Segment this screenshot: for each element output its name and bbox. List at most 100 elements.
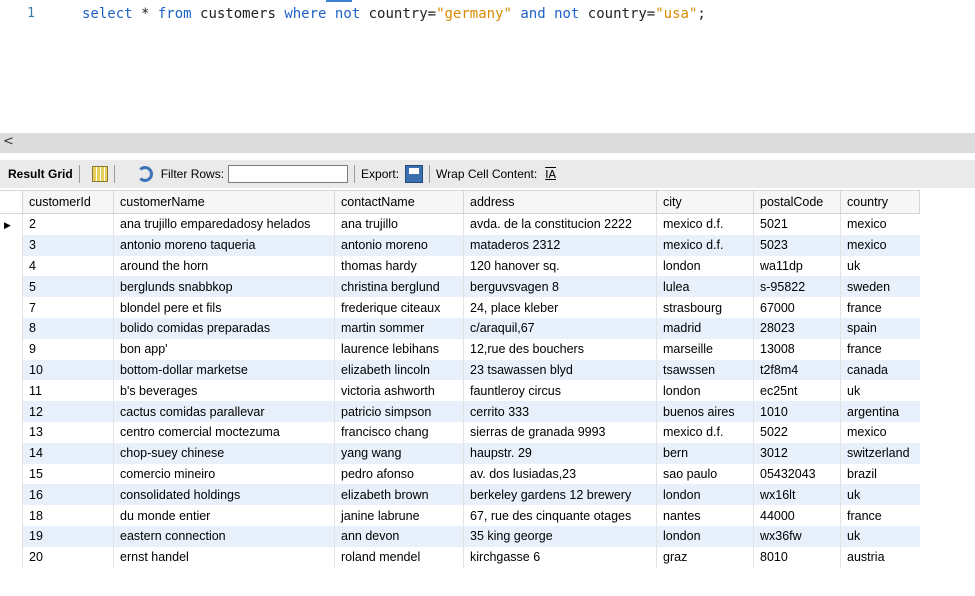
cell-country[interactable]: argentina <box>840 401 920 422</box>
row-header[interactable] <box>0 276 23 298</box>
table-row[interactable]: 16 consolidated holdings elizabeth brown be… <box>0 484 920 506</box>
cell-city[interactable]: buenos aires <box>656 401 754 422</box>
cell-postalcode[interactable]: wx36fw <box>753 525 841 547</box>
cell-address[interactable]: 23 tsawassen blyd <box>463 359 657 381</box>
refresh-icon[interactable] <box>136 166 153 182</box>
cell-country[interactable]: sweden <box>840 276 920 298</box>
row-header[interactable] <box>0 234 23 256</box>
cell-contactname[interactable]: elizabeth brown <box>334 484 464 506</box>
cell-postalcode[interactable]: 05432043 <box>753 463 841 485</box>
cell-postalcode[interactable]: 28023 <box>753 317 841 339</box>
cell-country[interactable]: canada <box>840 359 920 381</box>
cell-customername[interactable]: berglunds snabbkop <box>113 276 335 298</box>
cell-postalcode[interactable]: s-95822 <box>753 276 841 298</box>
cell-country[interactable]: mexico <box>840 421 920 443</box>
row-header[interactable] <box>0 380 23 402</box>
cell-customerid[interactable]: 10 <box>22 359 114 381</box>
cell-customerid[interactable]: 2 <box>22 213 114 235</box>
cell-city[interactable]: sao paulo <box>656 463 754 485</box>
current-row-pointer-icon[interactable]: ▶ <box>0 213 23 235</box>
filter-rows-input[interactable] <box>228 165 349 183</box>
column-header-customername[interactable]: customerName <box>113 190 335 214</box>
horizontal-scrollbar[interactable]: < <box>0 133 975 153</box>
cell-country[interactable]: switzerland <box>840 442 920 464</box>
cell-postalcode[interactable]: 5021 <box>753 213 841 235</box>
sql-query-text[interactable]: select * from customers where not countr… <box>82 6 706 22</box>
column-header-address[interactable]: address <box>463 190 657 214</box>
row-header[interactable] <box>0 317 23 339</box>
cell-address[interactable]: 12,rue des bouchers <box>463 338 657 360</box>
cell-contactname[interactable]: martin sommer <box>334 317 464 339</box>
cell-contactname[interactable]: roland mendel <box>334 546 464 568</box>
cell-customerid[interactable]: 5 <box>22 276 114 298</box>
cell-contactname[interactable]: francisco chang <box>334 421 464 443</box>
cell-address[interactable]: berkeley gardens 12 brewery <box>463 484 657 506</box>
table-row[interactable]: 10 bottom-dollar marketse elizabeth lincol… <box>0 359 920 381</box>
cell-address[interactable]: haupstr. 29 <box>463 442 657 464</box>
cell-customerid[interactable]: 18 <box>22 505 114 526</box>
cell-customerid[interactable]: 15 <box>22 463 114 485</box>
cell-city[interactable]: graz <box>656 546 754 568</box>
cell-contactname[interactable]: ann devon <box>334 525 464 547</box>
cell-city[interactable]: london <box>656 380 754 402</box>
cell-customername[interactable]: centro comercial moctezuma <box>113 421 335 443</box>
cell-address[interactable]: 24, place kleber <box>463 297 657 318</box>
cell-address[interactable]: berguvsvagen 8 <box>463 276 657 298</box>
cell-country[interactable]: uk <box>840 255 920 277</box>
cell-customerid[interactable]: 3 <box>22 234 114 256</box>
cell-address[interactable]: avda. de la constitucion 2222 <box>463 213 657 235</box>
cell-city[interactable]: lulea <box>656 276 754 298</box>
cell-customername[interactable]: comercio mineiro <box>113 463 335 485</box>
table-row[interactable]: 9 bon app' laurence lebihans 12,rue des bou… <box>0 338 920 360</box>
row-header[interactable] <box>0 505 23 526</box>
cell-contactname[interactable]: janine labrune <box>334 505 464 526</box>
export-icon[interactable] <box>405 165 424 183</box>
cell-contactname[interactable]: yang wang <box>334 442 464 464</box>
row-header[interactable] <box>0 401 23 422</box>
table-row[interactable]: 5 berglunds snabbkop christina berglund ber… <box>0 276 920 298</box>
cell-postalcode[interactable]: 1010 <box>753 401 841 422</box>
cell-city[interactable]: tsawssen <box>656 359 754 381</box>
cell-city[interactable]: london <box>656 484 754 506</box>
cell-customerid[interactable]: 13 <box>22 421 114 443</box>
cell-country[interactable]: mexico <box>840 234 920 256</box>
cell-contactname[interactable]: antonio moreno <box>334 234 464 256</box>
cell-address[interactable]: kirchgasse 6 <box>463 546 657 568</box>
cell-city[interactable]: bern <box>656 442 754 464</box>
table-row[interactable]: 11 b's beverages victoria ashworth fauntler… <box>0 380 920 402</box>
cell-city[interactable]: mexico d.f. <box>656 234 754 256</box>
cell-contactname[interactable]: victoria ashworth <box>334 380 464 402</box>
row-header[interactable] <box>0 442 23 464</box>
cell-customerid[interactable]: 4 <box>22 255 114 277</box>
cell-customerid[interactable]: 16 <box>22 484 114 506</box>
row-header[interactable] <box>0 421 23 443</box>
table-row[interactable]: 20 ernst handel roland mendel kirchgasse 6g… <box>0 546 920 568</box>
cell-address[interactable]: fauntleroy circus <box>463 380 657 402</box>
row-header[interactable] <box>0 255 23 277</box>
cell-customername[interactable]: bolido comidas preparadas <box>113 317 335 339</box>
cell-country[interactable]: france <box>840 297 920 318</box>
row-header[interactable] <box>0 484 23 506</box>
row-header[interactable] <box>0 338 23 360</box>
cell-city[interactable]: mexico d.f. <box>656 213 754 235</box>
cell-customername[interactable]: b's beverages <box>113 380 335 402</box>
grid-view-icon[interactable] <box>91 166 108 182</box>
cell-country[interactable]: france <box>840 505 920 526</box>
cell-address[interactable]: c/araquil,67 <box>463 317 657 339</box>
result-grid-tab[interactable]: Result Grid <box>8 167 73 181</box>
cell-customerid[interactable]: 20 <box>22 546 114 568</box>
cell-customerid[interactable]: 8 <box>22 317 114 339</box>
cell-postalcode[interactable]: 5022 <box>753 421 841 443</box>
cell-country[interactable]: uk <box>840 380 920 402</box>
cell-contactname[interactable]: christina berglund <box>334 276 464 298</box>
cell-country[interactable]: uk <box>840 525 920 547</box>
cell-postalcode[interactable]: t2f8m4 <box>753 359 841 381</box>
table-row[interactable]: 12 cactus comidas parallevar patricio simp… <box>0 401 920 422</box>
cell-address[interactable]: 67, rue des cinquante otages <box>463 505 657 526</box>
cell-contactname[interactable]: ana trujillo <box>334 213 464 235</box>
row-header[interactable] <box>0 525 23 547</box>
cell-customername[interactable]: blondel pere et fils <box>113 297 335 318</box>
cell-city[interactable]: mexico d.f. <box>656 421 754 443</box>
cell-city[interactable]: marseille <box>656 338 754 360</box>
row-header[interactable] <box>0 546 23 568</box>
